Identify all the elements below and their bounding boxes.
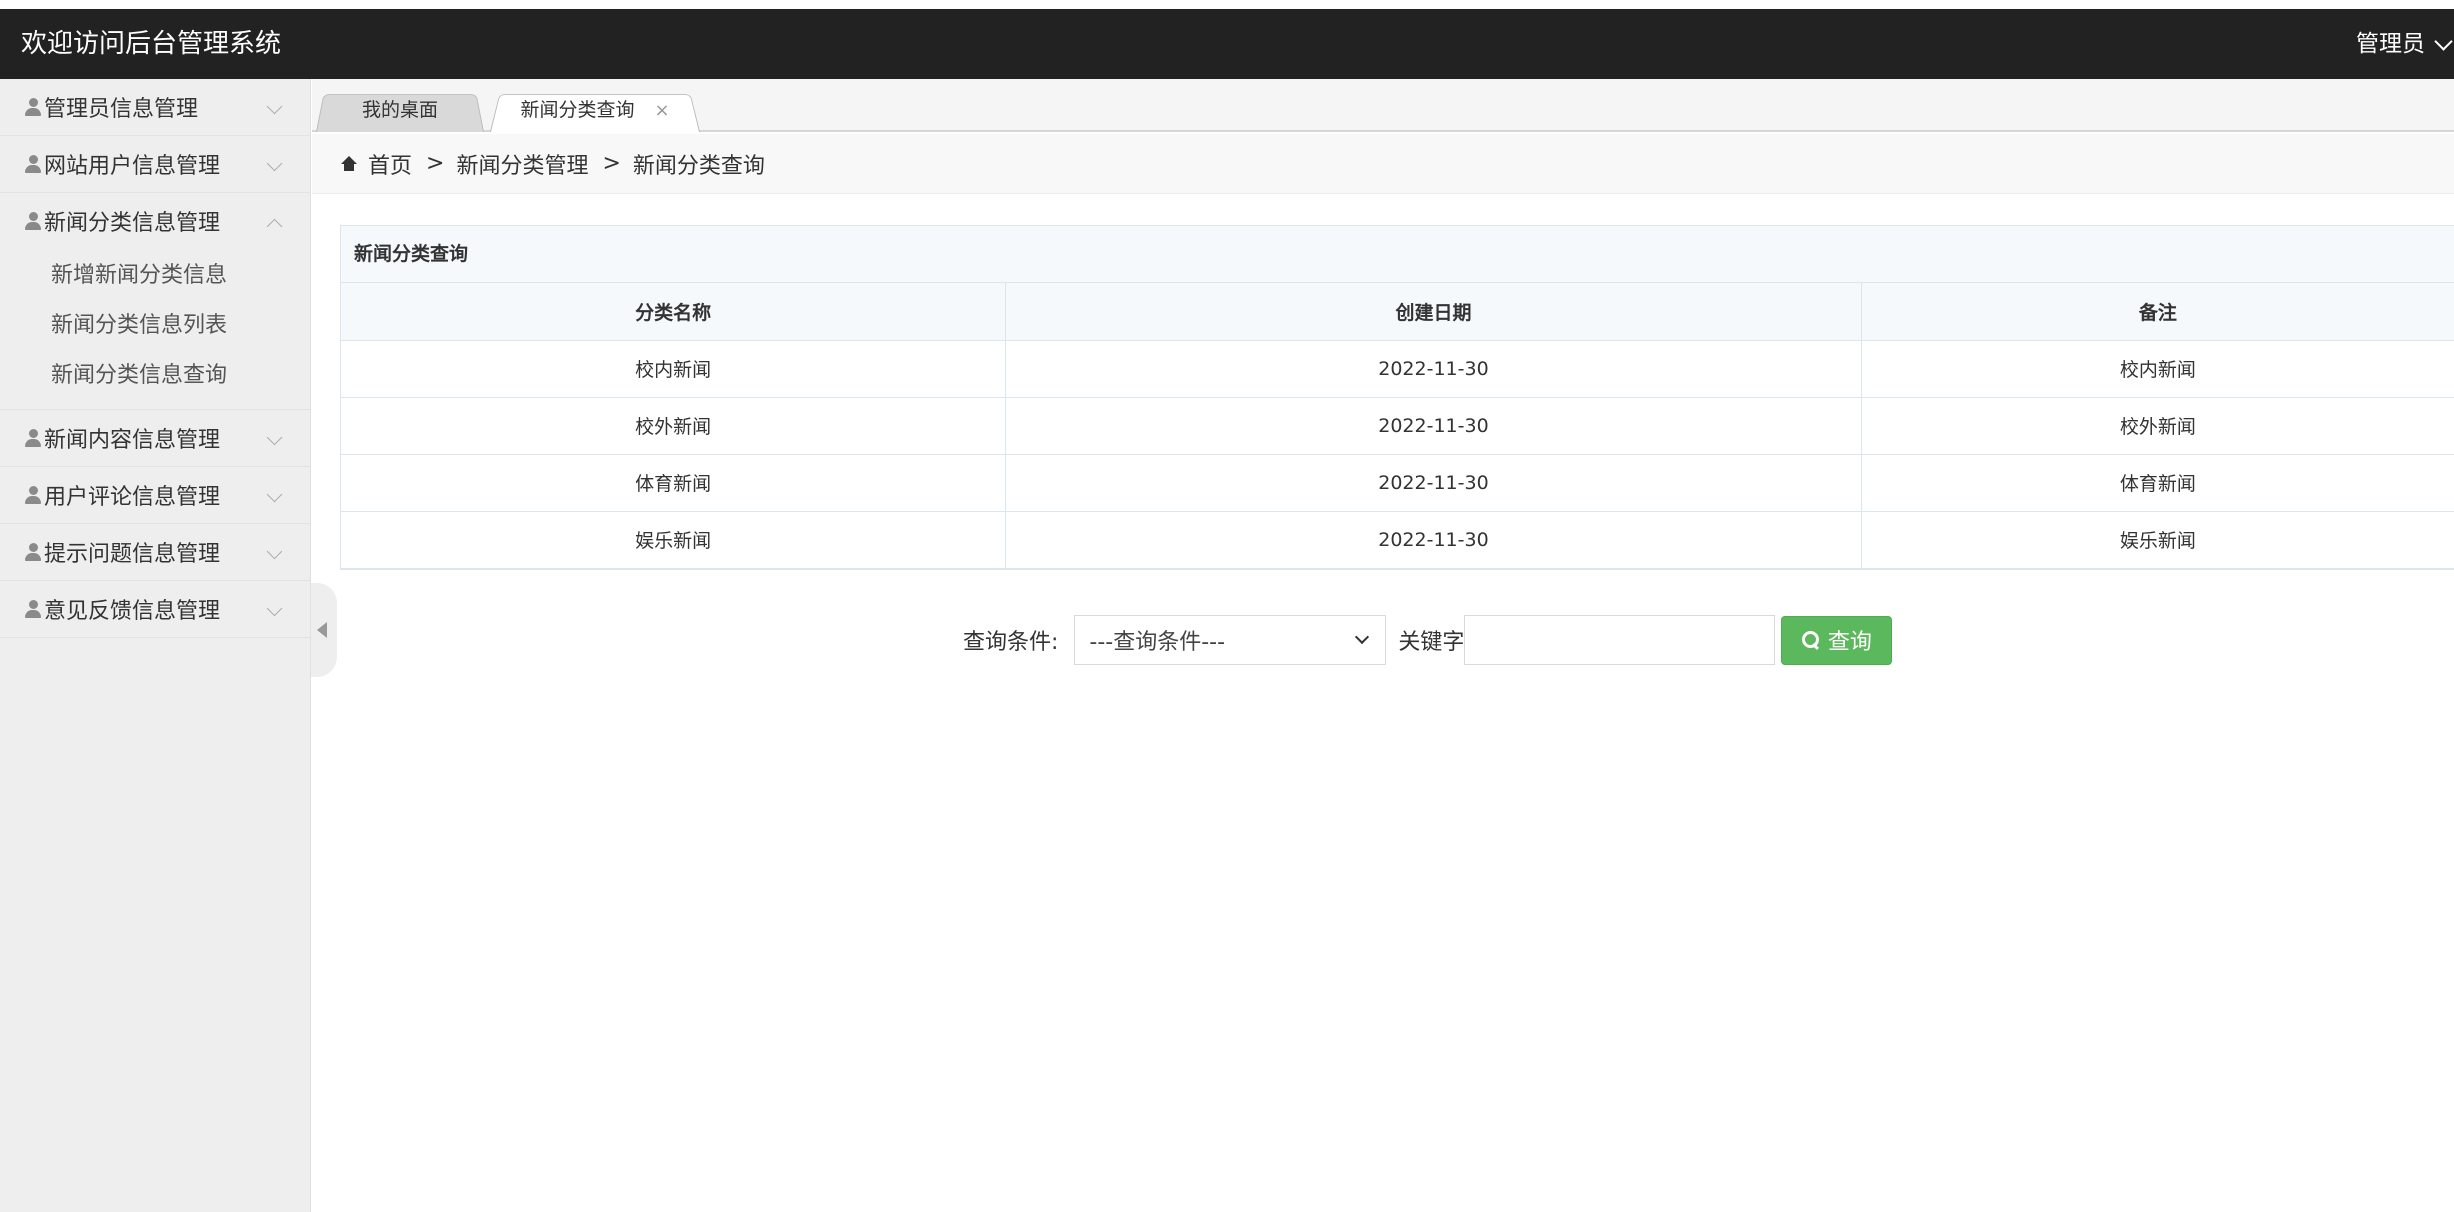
table-row: 校内新闻 2022-11-30 校内新闻	[341, 340, 2454, 398]
chevron-up-icon	[266, 218, 283, 235]
sidebar-collapse-toggle[interactable]	[311, 583, 337, 677]
sidebar: 管理员信息管理 网站用户信息管理 新闻分类信息管理 新增新闻分类信息 新闻分类信…	[0, 79, 311, 1212]
chevron-down-icon	[266, 486, 283, 503]
sidebar-submenu: 新增新闻分类信息 新闻分类信息列表 新闻分类信息查询	[0, 249, 310, 409]
cell-remark: 娱乐新闻	[1861, 511, 2454, 569]
chevron-down-icon	[266, 429, 283, 446]
table-row: 校外新闻 2022-11-30 校外新闻	[341, 397, 2454, 455]
condition-select[interactable]: ---查询条件---	[1074, 615, 1387, 665]
sidebar-subitem-add-category[interactable]: 新增新闻分类信息	[0, 251, 310, 301]
breadcrumb-level1[interactable]: 新闻分类管理	[456, 148, 588, 180]
sidebar-group-news-category: 新闻分类信息管理 新增新闻分类信息 新闻分类信息列表 新闻分类信息查询	[0, 193, 310, 410]
sidebar-item-label: 用户评论信息管理	[44, 485, 221, 510]
user-icon	[24, 542, 42, 562]
chevron-left-icon	[317, 622, 327, 638]
close-icon[interactable]: ×	[654, 100, 669, 121]
cell-category-name: 校内新闻	[341, 340, 1007, 398]
cell-category-name: 体育新闻	[341, 454, 1007, 512]
results-table: 分类名称 创建日期 备注 校内新闻 2022-11-30 校内新闻 校外新闻 2…	[341, 283, 2454, 569]
cell-remark: 体育新闻	[1861, 454, 2454, 512]
search-bar: 查询条件: ---查询条件--- 关键字 查询	[963, 615, 1893, 665]
top-bar-background	[0, 9, 2454, 79]
chevron-down-icon	[266, 98, 283, 115]
breadcrumb-separator: >	[426, 151, 445, 176]
search-button[interactable]: 查询	[1781, 615, 1893, 665]
sidebar-item-label: 提示问题信息管理	[44, 542, 221, 567]
sidebar-group-admin: 管理员信息管理	[0, 79, 310, 136]
tab-desktop[interactable]: 我的桌面	[316, 90, 484, 132]
breadcrumb-current: 新闻分类查询	[632, 153, 765, 179]
sidebar-group-users: 网站用户信息管理	[0, 136, 310, 193]
chevron-down-icon	[2434, 31, 2453, 51]
sidebar-item-admin[interactable]: 管理员信息管理	[0, 79, 310, 135]
table-row: 娱乐新闻 2022-11-30 娱乐新闻	[341, 511, 2454, 569]
table-row: 体育新闻 2022-11-30 体育新闻	[341, 454, 2454, 512]
sidebar-group-hints: 提示问题信息管理	[0, 524, 310, 581]
home-icon	[340, 155, 358, 172]
cell-category-name: 校外新闻	[341, 397, 1007, 455]
sidebar-item-label: 管理员信息管理	[44, 97, 199, 122]
user-icon	[24, 154, 42, 174]
cell-created-date: 2022-11-30	[1005, 511, 1862, 569]
admin-user-menu[interactable]: 管理员	[2356, 26, 2453, 62]
condition-selected-value: ---查询条件---	[1089, 630, 1226, 655]
top-bar: 欢迎访问后台管理系统 管理员	[0, 0, 2454, 79]
keyword-input[interactable]	[1464, 615, 1776, 665]
cell-created-date: 2022-11-30	[1005, 397, 1862, 455]
tab-label: 新闻分类查询	[520, 99, 635, 121]
sidebar-subitem-category-query[interactable]: 新闻分类信息查询	[0, 351, 310, 401]
user-icon	[24, 97, 42, 117]
chevron-down-icon	[1355, 629, 1370, 645]
table-header-row: 分类名称 创建日期 备注	[341, 283, 2454, 341]
user-icon	[24, 428, 42, 448]
sidebar-item-label: 意见反馈信息管理	[44, 599, 221, 624]
results-panel: 新闻分类查询 分类名称 创建日期 备注 校内新闻 2022-11-30 校内新闻…	[340, 225, 2454, 570]
sidebar-item-hints[interactable]: 提示问题信息管理	[0, 524, 310, 580]
cell-remark: 校内新闻	[1861, 340, 2454, 398]
sidebar-subitem-category-list[interactable]: 新闻分类信息列表	[0, 301, 310, 351]
sidebar-item-users[interactable]: 网站用户信息管理	[0, 136, 310, 192]
column-header-remark: 备注	[1861, 283, 2454, 341]
chevron-down-icon	[266, 600, 283, 617]
breadcrumb-home[interactable]: 首页	[368, 148, 412, 180]
user-icon	[24, 599, 42, 619]
cell-created-date: 2022-11-30	[1005, 454, 1862, 512]
condition-label: 查询条件:	[963, 630, 1059, 655]
sidebar-group-comments: 用户评论信息管理	[0, 467, 310, 524]
search-button-label: 查询	[1827, 630, 1872, 655]
admin-user-label: 管理员	[2356, 31, 2425, 57]
panel-title: 新闻分类查询	[341, 226, 2454, 283]
tab-bar: 我的桌面 新闻分类查询 ×	[312, 79, 2454, 132]
user-icon	[24, 211, 42, 231]
cell-created-date: 2022-11-30	[1005, 340, 1862, 398]
tab-label: 我的桌面	[361, 99, 438, 121]
search-icon	[1801, 631, 1820, 649]
sidebar-item-comments[interactable]: 用户评论信息管理	[0, 467, 310, 523]
cell-category-name: 娱乐新闻	[341, 511, 1007, 569]
chevron-down-icon	[266, 155, 283, 172]
app-title: 欢迎访问后台管理系统	[21, 29, 282, 59]
keyword-label: 关键字	[1398, 630, 1465, 655]
user-icon	[24, 485, 42, 505]
sidebar-item-label: 新闻分类信息管理	[44, 211, 221, 236]
column-header-created-date: 创建日期	[1005, 283, 1862, 341]
sidebar-group-feedback: 意见反馈信息管理	[0, 581, 310, 638]
tab-news-category-query[interactable]: 新闻分类查询 ×	[490, 90, 700, 132]
sidebar-group-news-content: 新闻内容信息管理	[0, 410, 310, 467]
cell-remark: 校外新闻	[1861, 397, 2454, 455]
sidebar-item-news-content[interactable]: 新闻内容信息管理	[0, 410, 310, 466]
sidebar-item-feedback[interactable]: 意见反馈信息管理	[0, 581, 310, 637]
sidebar-item-label: 新闻内容信息管理	[44, 428, 221, 453]
sidebar-item-news-category[interactable]: 新闻分类信息管理	[0, 193, 310, 249]
breadcrumb-separator: >	[602, 151, 621, 176]
chevron-down-icon	[266, 543, 283, 560]
breadcrumb: 首页 > 新闻分类管理 > 新闻分类查询	[312, 134, 2454, 194]
sidebar-item-label: 网站用户信息管理	[44, 154, 221, 179]
column-header-category-name: 分类名称	[341, 283, 1007, 341]
